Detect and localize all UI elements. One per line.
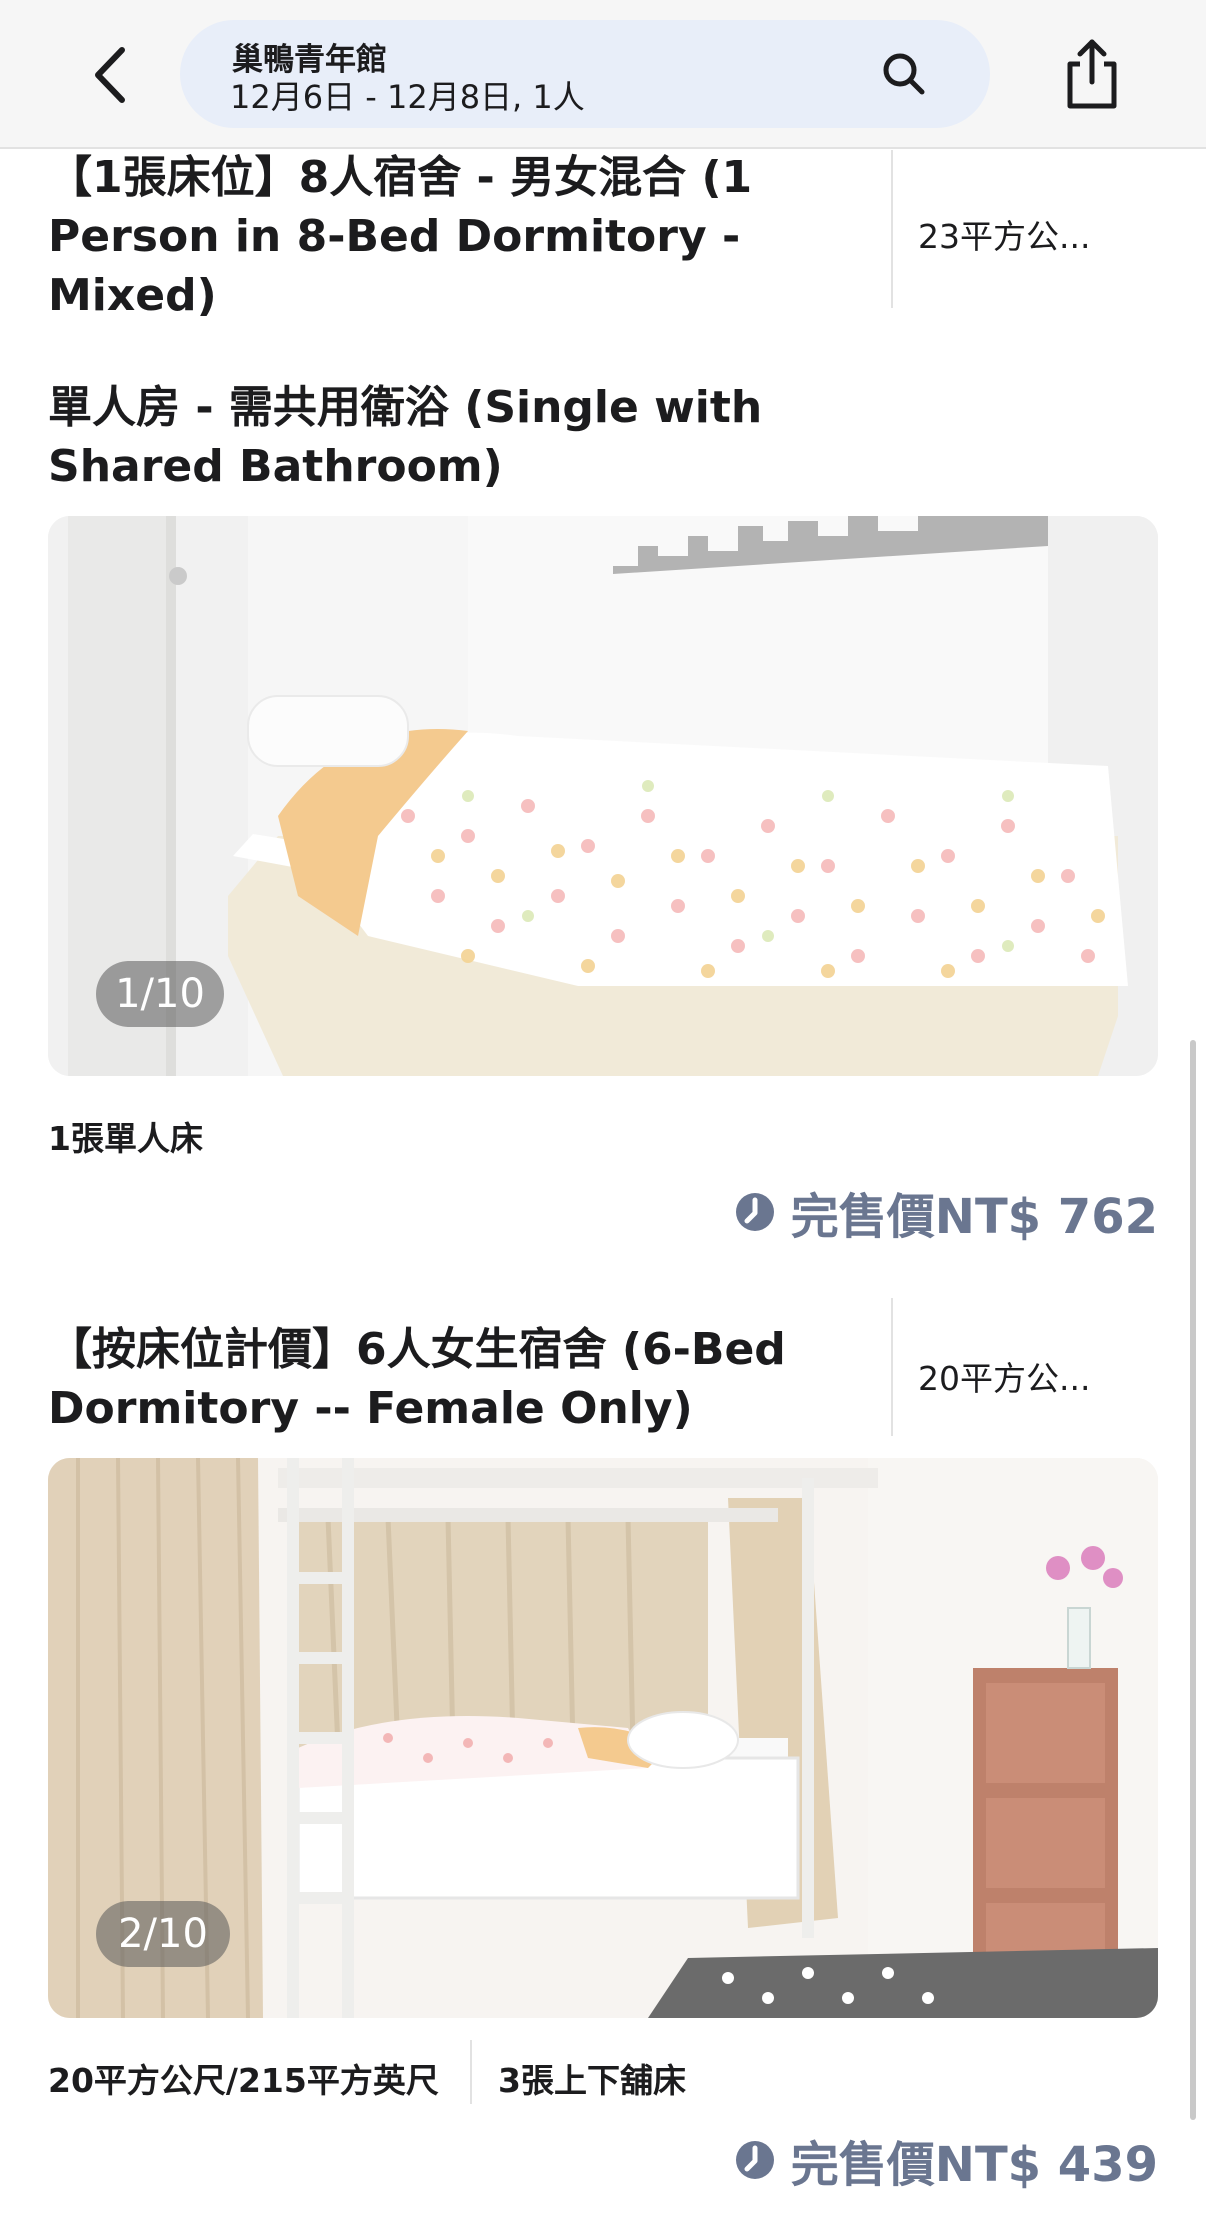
back-chevron-icon	[95, 47, 125, 103]
room-size-summary[interactable]: 20平方公...	[918, 1352, 1090, 1400]
top-navigation-bar: 巢鴨青年館 12月6日 - 12月8日, 1人	[0, 0, 1206, 149]
share-button[interactable]	[1062, 36, 1122, 112]
room-title-single[interactable]: 單人房 - 需共用衛浴 (Single with Shared Bathroom…	[48, 378, 948, 496]
bed-type: 1張單人床	[48, 1119, 203, 1158]
room-photo-female-dorm[interactable]: 2/10	[48, 1458, 1158, 2018]
room-title-mixed-dorm[interactable]: 【1張床位】8人宿舍 - 男女混合 (1 Person in 8-Bed Dor…	[48, 148, 848, 325]
divider	[891, 1298, 893, 1436]
divider	[470, 2040, 472, 2104]
clock-icon	[735, 1193, 774, 1231]
bed-type: 3張上下舖床	[498, 2061, 686, 2100]
room-title-female-dorm[interactable]: 【按床位計價】6人女生宿舍 (6-Bed Dormitory -- Female…	[48, 1320, 828, 1438]
clock-icon	[735, 2141, 774, 2179]
search-summary-pill[interactable]: 巢鴨青年館 12月6日 - 12月8日, 1人	[180, 20, 990, 128]
price-sold-out-single: 完售價NT$ 762	[790, 1189, 1158, 1245]
room-area: 20平方公尺/215平方英尺	[48, 2061, 439, 2100]
price-row-female-dorm[interactable]: 完售價NT$ 439	[735, 2130, 1158, 2193]
price-sold-out-female-dorm: 完售價NT$ 439	[790, 2137, 1158, 2193]
search-dates-guests: 12月6日 - 12月8日, 1人	[230, 78, 585, 116]
divider	[891, 150, 893, 308]
room-size-summary[interactable]: 23平方公...	[918, 210, 1090, 258]
price-row-single[interactable]: 完售價NT$ 762	[735, 1182, 1158, 1245]
search-button[interactable]	[878, 48, 932, 102]
photo-counter: 2/10	[96, 1901, 230, 1967]
scrollbar[interactable]	[1190, 1040, 1196, 2120]
room-photo-single[interactable]: 1/10	[48, 516, 1158, 1076]
search-icon	[883, 53, 925, 95]
back-button[interactable]	[78, 38, 148, 108]
share-icon	[1067, 39, 1117, 109]
photo-counter: 1/10	[96, 961, 224, 1027]
